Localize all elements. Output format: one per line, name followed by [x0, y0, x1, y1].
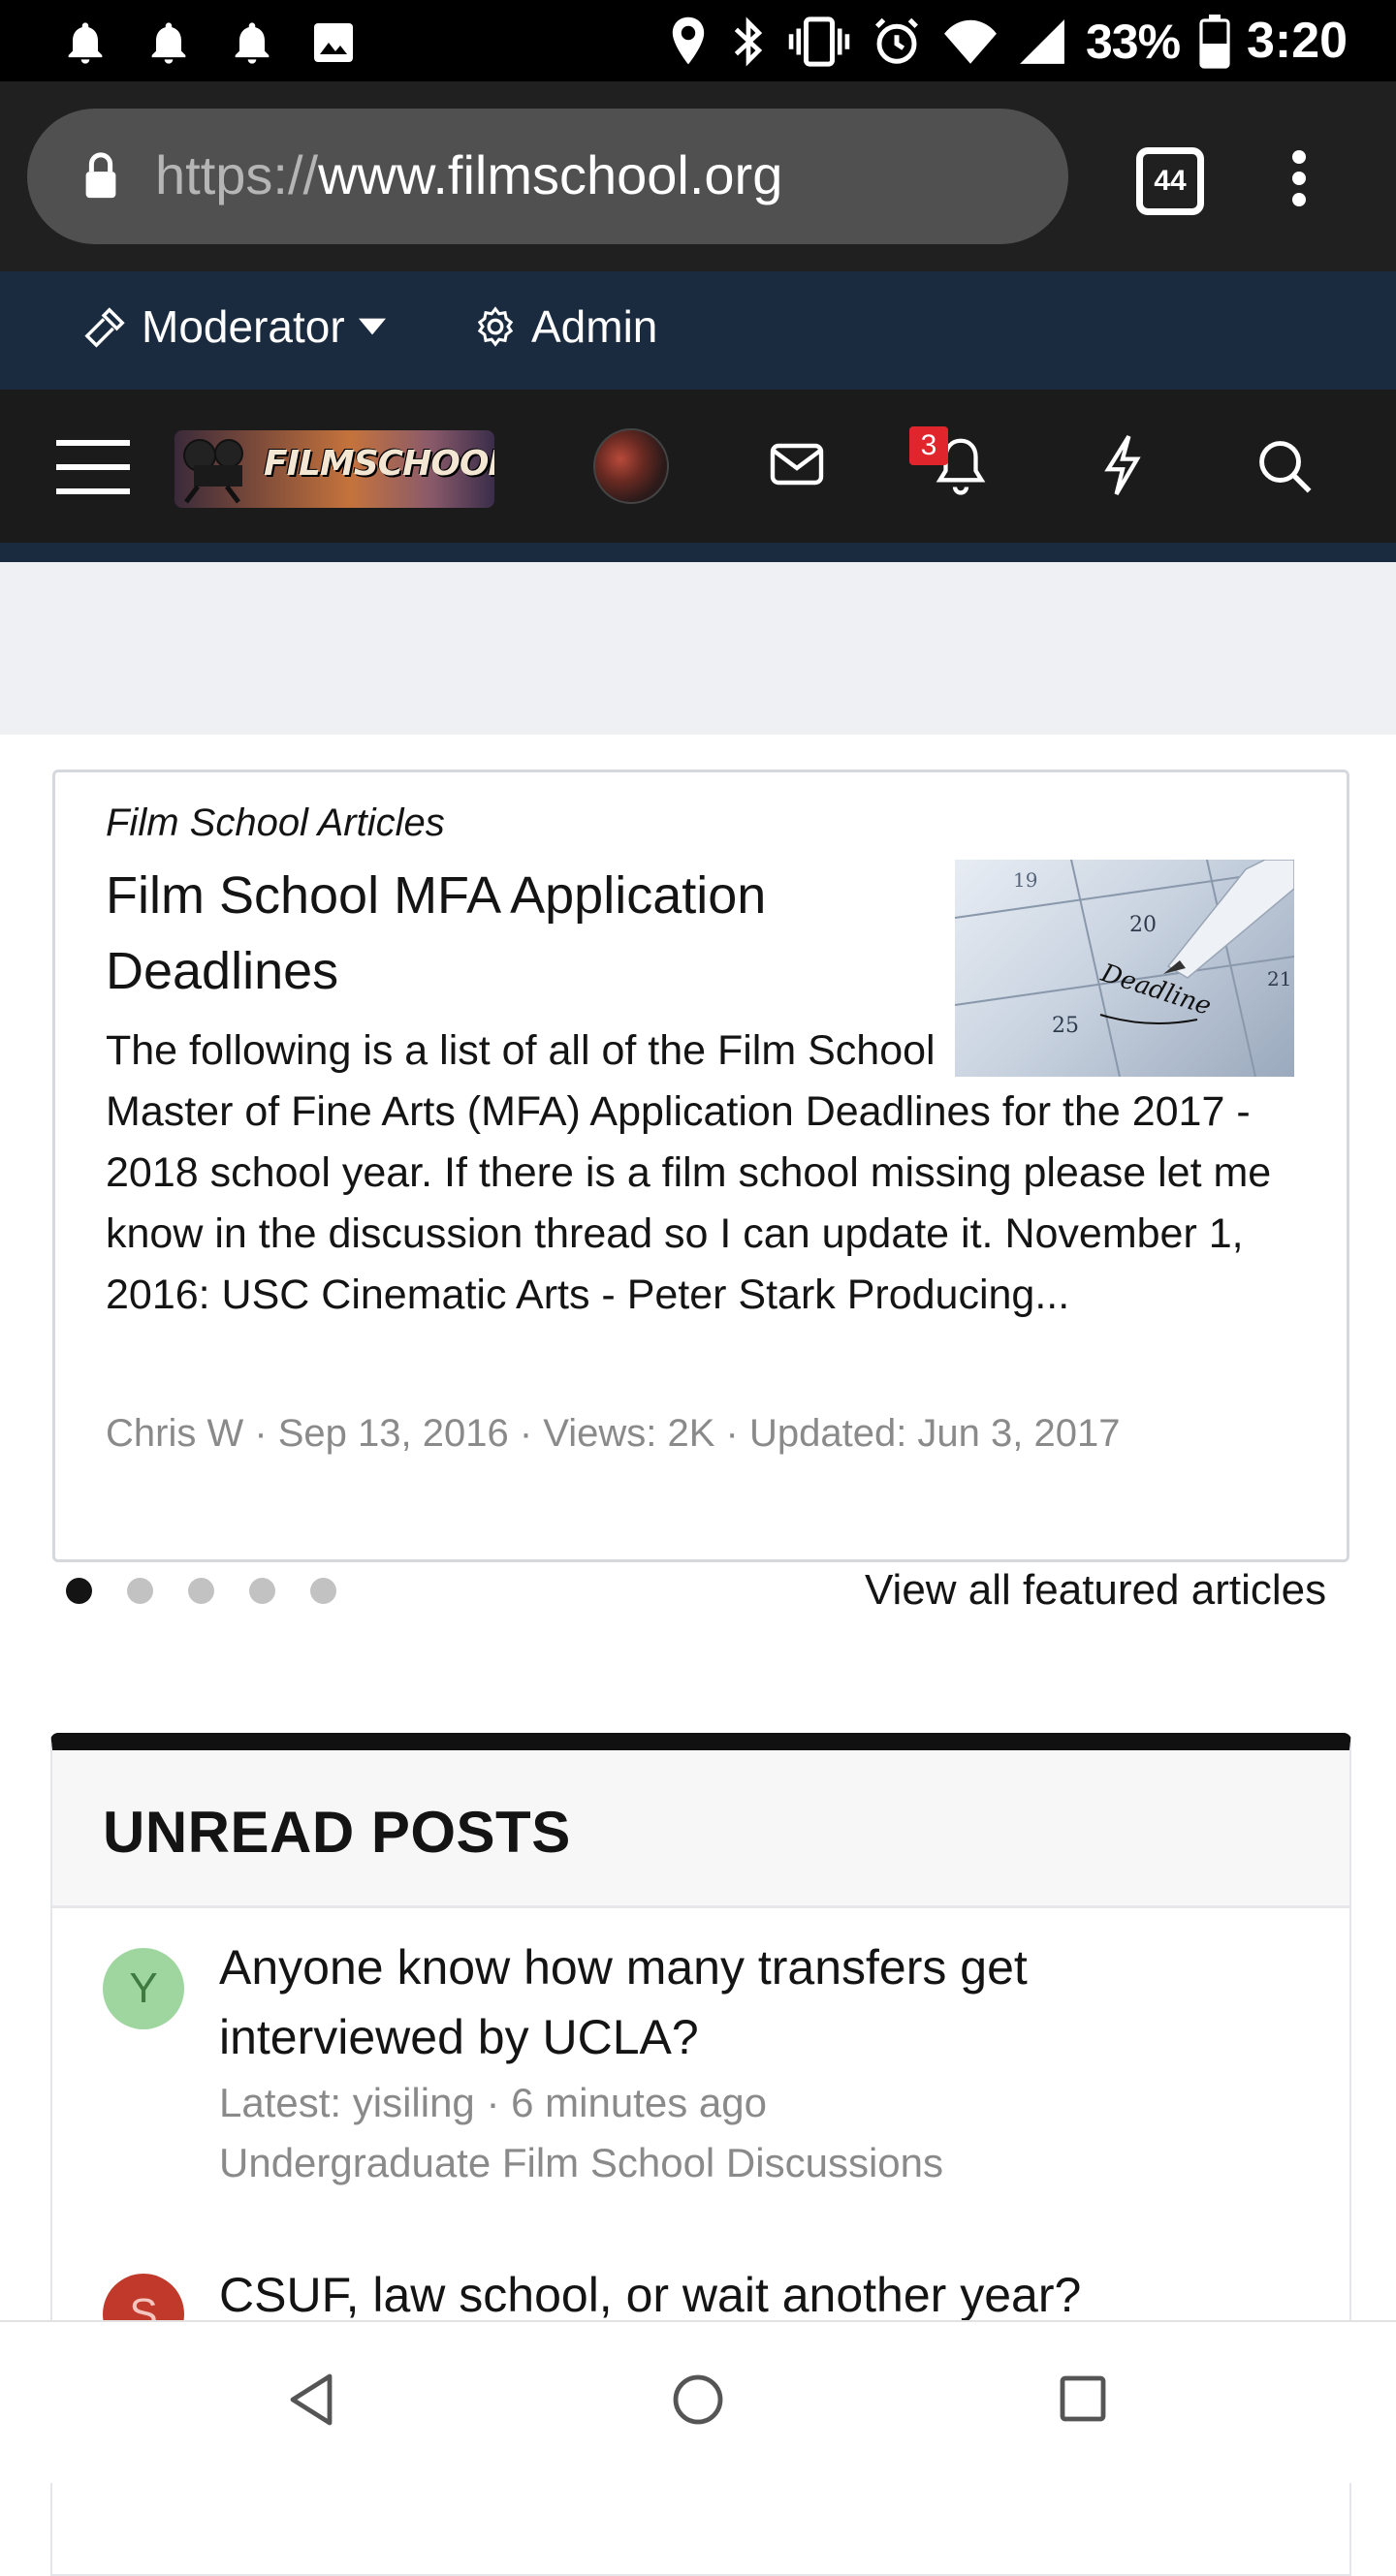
thumb-float-spacer — [978, 1021, 1308, 1079]
article-title[interactable]: Film School MFA Application Deadlines — [106, 858, 881, 1009]
lock-icon — [85, 152, 116, 199]
battery-icon — [1199, 15, 1230, 69]
moderator-menu[interactable]: Moderator — [83, 300, 386, 353]
battery-percentage: 33% — [1086, 15, 1181, 69]
thread-title[interactable]: Anyone know how many transfers get inter… — [219, 1932, 1285, 2072]
ad-placeholder-band — [0, 562, 1396, 735]
admin-label: Admin — [531, 301, 658, 352]
nav-stripe — [0, 543, 1396, 562]
article-snippet: The following is a list of all of the Fi… — [106, 1021, 1308, 1326]
mail-icon[interactable] — [770, 442, 824, 487]
system-icons: 33% — [667, 14, 1230, 70]
poster-avatar[interactable]: Y — [103, 1948, 184, 2029]
logo-text: FILMSCHOOL.ORG — [264, 444, 494, 484]
bell-icon — [68, 22, 103, 64]
bluetooth-icon — [734, 16, 763, 67]
notification-icons — [60, 17, 357, 68]
hammer-icon — [84, 307, 125, 348]
image-icon — [314, 23, 353, 62]
back-icon[interactable] — [287, 2372, 335, 2427]
user-avatar[interactable] — [593, 428, 669, 504]
thumb-number-21: 21 — [1267, 967, 1291, 990]
gear-icon — [477, 306, 514, 347]
article-category[interactable]: Film School Articles — [106, 801, 445, 845]
browser-toolbar: https://www.filmschool.org 44 — [0, 81, 1396, 271]
status-bar: 33% 3:20 — [0, 0, 1396, 81]
carousel-dot[interactable] — [310, 1578, 336, 1604]
more-options-icon[interactable] — [1280, 149, 1318, 207]
url-scheme: https:// — [155, 144, 319, 205]
admin-link[interactable]: Admin — [473, 300, 657, 353]
location-icon — [672, 16, 705, 65]
bell-icon — [235, 22, 270, 64]
home-icon[interactable] — [671, 2372, 725, 2427]
carousel-dot[interactable] — [249, 1578, 275, 1604]
carousel-dot[interactable] — [127, 1578, 153, 1604]
lightning-icon[interactable] — [1101, 434, 1144, 496]
bell-icon — [151, 22, 186, 64]
thumb-number-20: 20 — [1129, 913, 1157, 937]
wifi-icon — [944, 19, 997, 64]
search-icon[interactable] — [1256, 438, 1313, 494]
moderator-label: Moderator — [142, 301, 345, 352]
system-navigation-bar — [0, 2320, 1396, 2483]
thread-forum[interactable]: Undergraduate Film School Discussions — [219, 2140, 943, 2186]
unread-posts-header: UNREAD POSTS — [52, 1750, 1349, 1908]
film-reel-icon — [183, 439, 243, 504]
carousel-dots — [66, 1578, 336, 1604]
unread-posts-title[interactable]: UNREAD POSTS — [103, 1799, 571, 1866]
alerts-badge: 3 — [909, 426, 948, 465]
clock: 3:20 — [1247, 13, 1348, 69]
caret-down-icon — [358, 318, 386, 335]
url-bar[interactable]: https://www.filmschool.org — [27, 109, 1068, 244]
thread-latest[interactable]: Latest: yisiling · 6 minutes ago — [219, 2080, 767, 2126]
thumb-number-19: 19 — [1013, 868, 1037, 892]
alarm-icon — [874, 17, 919, 64]
featured-article-card[interactable]: Film School Articles Film School MFA App… — [52, 770, 1349, 1562]
url-host: www.filmschool.org — [318, 144, 783, 205]
hamburger-menu-icon[interactable] — [56, 438, 130, 496]
view-all-featured-link[interactable]: View all featured articles — [865, 1566, 1326, 1615]
url-text[interactable]: https://www.filmschool.org — [155, 143, 782, 206]
cell-signal-icon — [1020, 19, 1064, 64]
site-logo[interactable]: FILMSCHOOL.ORG — [174, 430, 494, 508]
tab-switcher-button[interactable]: 44 — [1136, 147, 1204, 215]
recents-icon[interactable] — [1059, 2374, 1107, 2423]
site-header: FILMSCHOOL.ORG — [0, 390, 1396, 543]
vibrate-icon — [788, 16, 850, 67]
carousel-dot[interactable] — [66, 1578, 92, 1604]
article-meta: Chris W · Sep 13, 2016 · Views: 2K · Upd… — [106, 1412, 1121, 1455]
staff-bar: Moderator Admin — [0, 271, 1396, 390]
carousel-dot[interactable] — [188, 1578, 214, 1604]
